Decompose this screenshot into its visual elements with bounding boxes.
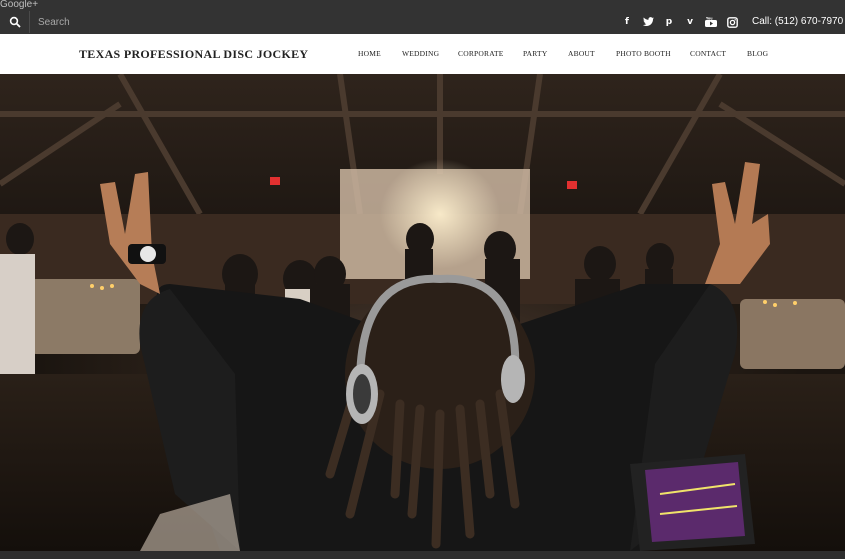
phone-number[interactable]: Call: (512) 670-7970 <box>752 16 843 28</box>
svg-text:You: You <box>705 17 712 21</box>
nav-item-corporate[interactable]: CORPORATE <box>458 49 504 58</box>
search-input[interactable] <box>38 15 188 29</box>
vimeo-icon[interactable]: v <box>684 16 696 28</box>
google-plus-link[interactable]: Google+ <box>0 0 38 10</box>
facebook-icon[interactable]: f <box>621 16 633 28</box>
nav-item-blog[interactable]: BLOG <box>747 49 768 58</box>
nav-item-party[interactable]: PARTY <box>523 49 547 58</box>
nav-item-wedding[interactable]: WEDDING <box>402 49 439 58</box>
nav-item-contact[interactable]: CONTACT <box>690 49 726 58</box>
twitter-icon[interactable] <box>642 16 654 28</box>
bottom-bar <box>0 551 845 559</box>
nav-item-photo-booth[interactable]: PHOTO BOOTH <box>616 49 671 58</box>
hero-image <box>0 74 845 551</box>
instagram-icon[interactable] <box>726 16 738 28</box>
nav-item-home[interactable]: HOME <box>358 49 381 58</box>
search-icon[interactable] <box>9 16 21 28</box>
top-bar: f p v You Call: (512) 670-7970 <box>0 0 845 34</box>
youtube-icon[interactable]: You <box>705 16 717 28</box>
social-links: f p v You <box>621 16 738 28</box>
site-logo[interactable]: TEXAS PROFESSIONAL DISC JOCKEY <box>79 47 308 62</box>
pinterest-icon[interactable]: p <box>663 16 675 28</box>
nav-item-about[interactable]: ABOUT <box>568 49 595 58</box>
search-divider <box>29 11 30 33</box>
dj-crowd-photo <box>0 74 845 551</box>
